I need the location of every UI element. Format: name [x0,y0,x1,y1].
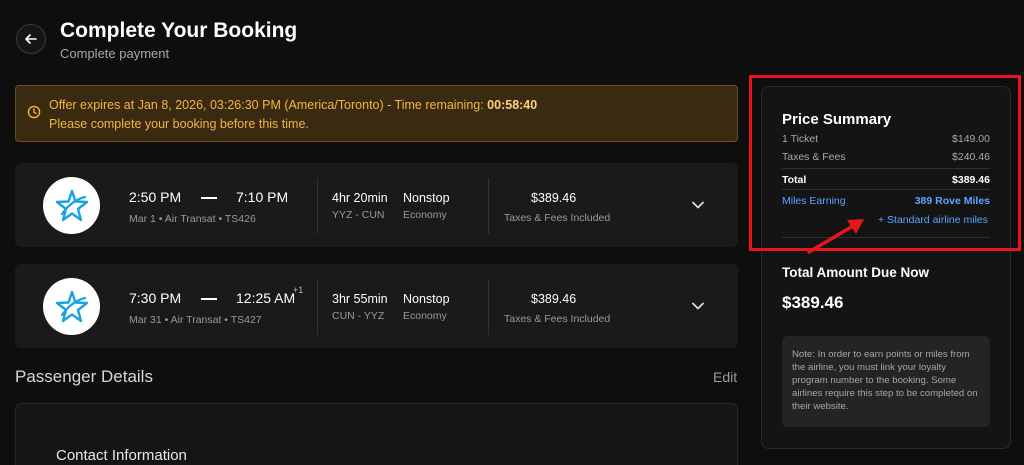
flight-details: Mar 31 • Air Transat • TS427 [129,314,262,326]
standard-miles-link[interactable]: + Standard airline miles [878,214,988,226]
ticket-label: 1 Ticket [782,133,819,145]
edit-passenger-link[interactable]: Edit [713,369,737,385]
page-subtitle: Complete payment [60,46,170,61]
flight-duration: 4hr 20min [332,191,388,205]
divider [782,237,990,238]
ticket-value: $149.00 [952,133,990,145]
contact-information-heading: Contact Information [56,447,187,464]
flight-details: Mar 1 • Air Transat • TS426 [129,213,256,225]
divider [782,168,990,169]
flight-route: CUN - YYZ [332,310,385,322]
passenger-details-heading: Passenger Details [15,367,153,386]
divider [317,178,318,234]
arrive-time: 7:10 PM [236,189,289,205]
divider [488,279,489,335]
depart-time: 7:30 PM [129,290,182,306]
total-label: Total [782,174,807,186]
flight-card-return[interactable]: 7:30 PM 12:25 AM +1 Mar 31 • Air Transat… [15,264,738,348]
amount-due-value: $389.46 [782,293,844,312]
divider [317,279,318,335]
divider [488,178,489,234]
taxes-label: Taxes & Fees [782,151,846,163]
flight-price: $389.46 [531,292,577,306]
taxes-value: $240.46 [952,151,990,163]
cabin-class: Economy [403,310,447,322]
miles-label: Miles Earning [782,195,846,207]
total-value: $389.46 [952,174,990,186]
ticket-row: 1 Ticket $149.00 [782,133,990,145]
divider [782,189,990,190]
airline-logo [43,177,100,234]
offer-note: Please complete your booking before this… [49,117,309,131]
chevron-down-icon[interactable] [691,299,705,313]
price-note: Taxes & Fees Included [504,212,611,224]
price-note: Taxes & Fees Included [504,313,611,325]
offer-expiry-banner: Offer expires at Jan 8, 2026, 03:26:30 P… [15,85,738,142]
clock-icon [27,105,41,119]
flight-stops: Nonstop [403,292,450,306]
offer-countdown: 00:58:40 [487,98,538,112]
arrive-time: 12:25 AM [236,290,296,306]
time-separator [201,298,217,300]
flight-card-outbound[interactable]: 2:50 PM 7:10 PM Mar 1 • Air Transat • TS… [15,163,738,247]
time-separator [201,197,217,199]
arrow-left-icon [25,34,37,44]
cabin-class: Economy [403,209,447,221]
back-button[interactable] [16,24,46,54]
airline-logo [43,278,100,335]
air-transat-star-icon [55,189,88,221]
day-offset-badge: +1 [293,285,304,295]
price-summary-panel: Price Summary 1 Ticket $149.00 Taxes & F… [761,86,1011,449]
offer-expiry-text: Offer expires at Jan 8, 2026, 03:26:30 P… [49,98,537,112]
price-summary-title: Price Summary [782,111,892,128]
flight-duration: 3hr 55min [332,292,388,306]
air-transat-star-icon [55,290,88,322]
depart-time: 2:50 PM [129,189,182,205]
miles-value: 389 Rove Miles [914,195,990,207]
flight-price: $389.46 [531,191,577,205]
contact-information-card: Contact Information [15,403,738,465]
taxes-row: Taxes & Fees $240.46 [782,151,990,163]
page-title: Complete Your Booking [60,19,298,42]
chevron-down-icon[interactable] [691,198,705,212]
amount-due-heading: Total Amount Due Now [782,265,929,280]
offer-expiry-message: Offer expires at Jan 8, 2026, 03:26:30 P… [49,98,488,112]
flight-route: YYZ - CUN [332,209,385,221]
miles-row: Miles Earning 389 Rove Miles [782,195,990,207]
total-row: Total $389.46 [782,174,990,186]
flight-stops: Nonstop [403,191,450,205]
loyalty-note: Note: In order to earn points or miles f… [782,336,990,427]
